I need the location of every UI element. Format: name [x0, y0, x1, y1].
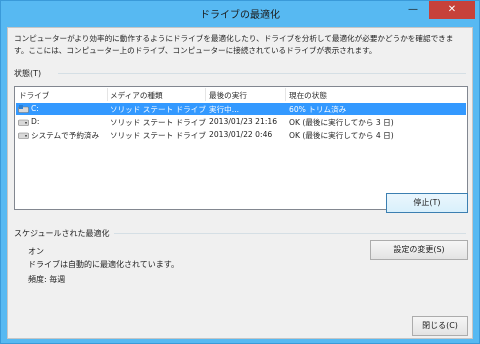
- table-row[interactable]: C: ソリッド ステート ドライブ 実行中... 60% トリム済み: [16, 103, 466, 115]
- column-header-drive[interactable]: ドライブ: [19, 90, 49, 101]
- column-header-current-status[interactable]: 現在の状態: [289, 90, 327, 101]
- schedule-divider: [114, 233, 466, 234]
- stop-button[interactable]: 停止(T): [386, 193, 468, 213]
- schedule-frequency: 頻度: 毎週: [28, 275, 66, 284]
- title-bar[interactable]: ドライブの最適化 — ✕: [1, 1, 479, 23]
- list-header: ドライブ メディアの種類 最後の実行 現在の状態: [15, 87, 467, 102]
- schedule-group-label: スケジュールされた最適化: [14, 229, 110, 238]
- status-group-label: 状態(T): [14, 69, 42, 78]
- description-text: コンピューターがより効率的に動作するようにドライブを最適化したり、ドライブを分析…: [14, 34, 454, 55]
- media-type: ソリッド ステート ドライブ: [110, 105, 206, 114]
- drive-icon: [18, 119, 29, 126]
- column-divider[interactable]: [205, 88, 206, 101]
- optimize-drives-window: ドライブの最適化 — ✕ コンピューターがより効率的に動作するようにドライブを最…: [0, 0, 480, 344]
- last-run: 2013/01/22 0:46: [209, 130, 273, 139]
- current-status: 60% トリム済み: [289, 105, 347, 114]
- drive-list[interactable]: ドライブ メディアの種類 最後の実行 現在の状態 C: ソリッド ステート ドラ…: [14, 86, 468, 210]
- current-status: OK (最後に実行してから 4 日): [289, 131, 394, 140]
- drive-name: システムで予約済み: [31, 131, 100, 140]
- table-row[interactable]: D: ソリッド ステート ドライブ 2013/01/23 21:16 OK (最…: [16, 116, 466, 128]
- column-header-media-type[interactable]: メディアの種類: [110, 90, 163, 101]
- table-row[interactable]: システムで予約済み ソリッド ステート ドライブ 2013/01/22 0:46…: [16, 129, 466, 141]
- column-header-last-run[interactable]: 最後の実行: [209, 90, 247, 101]
- column-divider[interactable]: [107, 88, 108, 101]
- current-status: OK (最後に実行してから 3 日): [289, 118, 394, 127]
- drive-icon: [18, 132, 29, 139]
- drive-c-icon: [18, 105, 29, 113]
- drive-name: D:: [31, 117, 40, 126]
- last-run: 実行中...: [209, 105, 240, 114]
- media-type: ソリッド ステート ドライブ: [110, 118, 206, 127]
- minimize-button[interactable]: —: [400, 1, 426, 19]
- schedule-description: ドライブは自動的に最適化されています。: [28, 260, 179, 269]
- last-run: 2013/01/23 21:16: [209, 117, 278, 126]
- change-settings-button[interactable]: 設定の変更(S): [370, 240, 468, 260]
- drive-name: C:: [31, 104, 39, 113]
- dialog-body: コンピューターがより効率的に動作するようにドライブを最適化したり、ドライブを分析…: [7, 27, 473, 339]
- close-window-button[interactable]: ✕: [429, 1, 475, 19]
- status-divider: [58, 73, 466, 74]
- column-divider[interactable]: [285, 88, 286, 101]
- schedule-state: オン: [28, 247, 44, 256]
- media-type: ソリッド ステート ドライブ: [110, 131, 206, 140]
- close-button[interactable]: 閉じる(C): [412, 316, 468, 336]
